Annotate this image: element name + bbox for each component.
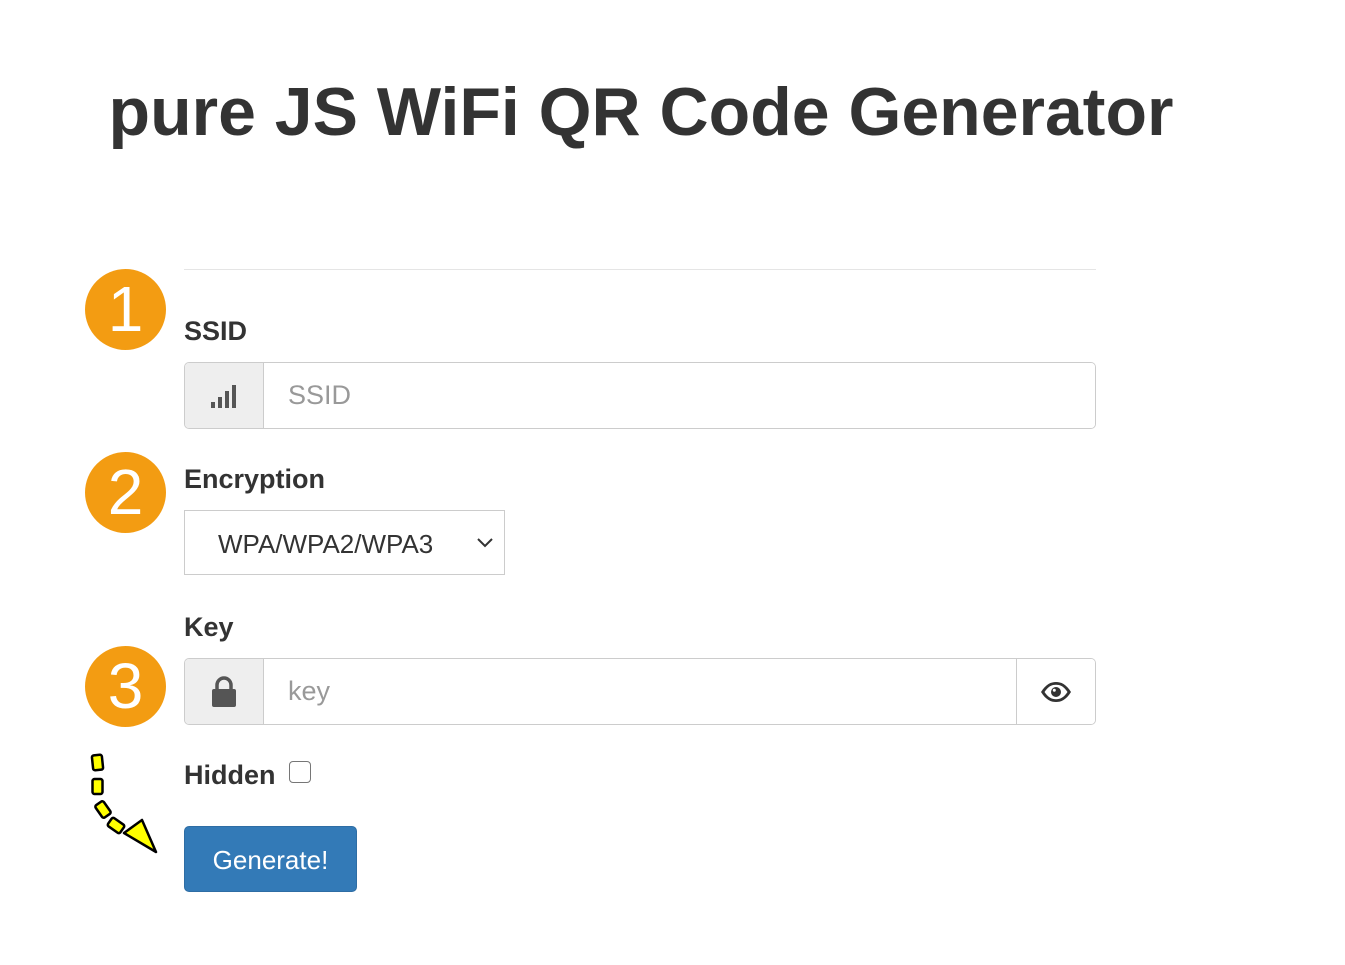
lock-icon	[185, 659, 264, 724]
key-input[interactable]	[264, 659, 1016, 724]
dashed-arrow-icon	[90, 753, 158, 854]
encryption-select[interactable]: WPA/WPA2/WPA3	[184, 510, 505, 575]
chevron-down-icon	[476, 536, 494, 554]
encryption-label: Encryption	[184, 464, 326, 494]
generate-button[interactable]: Generate!	[184, 826, 357, 892]
step-badge-2: 2	[85, 452, 166, 533]
encryption-selected-value: WPA/WPA2/WPA3	[218, 529, 434, 559]
step-badge-1: 1	[85, 269, 166, 350]
step-badge-3: 3	[85, 646, 166, 727]
page-title: pure JS WiFi QR Code Generator	[108, 74, 1174, 150]
signal-icon	[185, 363, 264, 428]
ssid-input[interactable]	[264, 363, 1095, 428]
ssid-input-group	[184, 362, 1096, 429]
divider	[184, 269, 1096, 270]
key-input-group	[184, 658, 1096, 725]
hidden-checkbox[interactable]	[289, 761, 311, 783]
key-label: Key	[184, 612, 234, 642]
eye-icon[interactable]	[1016, 659, 1095, 724]
ssid-label: SSID	[184, 316, 248, 346]
hidden-label: Hidden	[184, 760, 276, 790]
